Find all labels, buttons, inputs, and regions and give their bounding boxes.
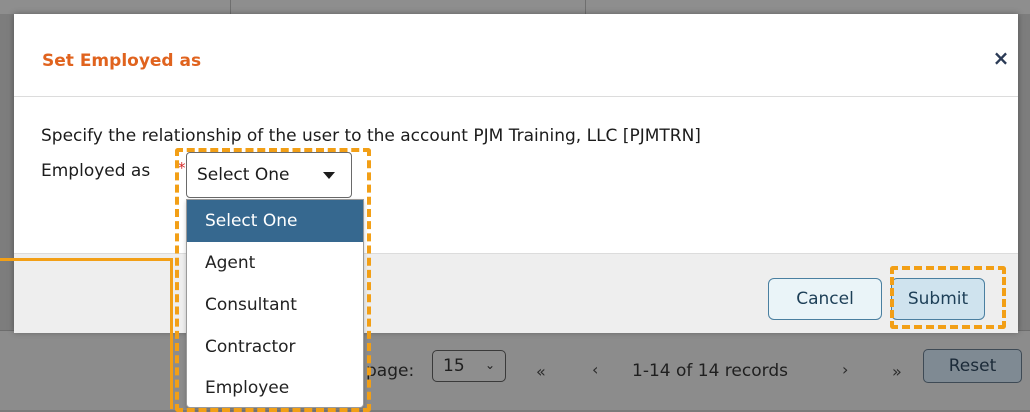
close-icon[interactable]: × <box>990 46 1012 70</box>
dialog-title: Set Employed as <box>42 51 202 71</box>
callout-line-horizontal <box>0 258 172 261</box>
background-right-column <box>1018 14 1030 330</box>
dialog-footer: Cancel Submit <box>14 253 1018 333</box>
set-employed-as-dialog: Set Employed as × Specify the relationsh… <box>14 14 1018 333</box>
cell-divider <box>230 0 231 14</box>
option-consultant[interactable]: Consultant <box>187 284 363 326</box>
dialog-description: Specify the relationship of the user to … <box>41 126 701 146</box>
caret-down-icon <box>323 172 335 179</box>
employed-as-select-value: Select One <box>197 165 290 185</box>
last-page-icon[interactable]: » <box>892 362 902 381</box>
records-count: 1-14 of 14 records <box>632 361 788 381</box>
reset-button[interactable]: Reset <box>923 349 1022 383</box>
per-page-label: page: <box>366 361 415 381</box>
background-table-row <box>0 0 1030 14</box>
chevron-down-icon: ⌄ <box>484 358 495 372</box>
first-page-icon[interactable]: « <box>536 362 546 381</box>
employed-as-select[interactable]: Select One <box>186 152 352 198</box>
callout-line-vertical <box>170 258 173 409</box>
dialog-body: Specify the relationship of the user to … <box>14 97 1018 253</box>
prev-page-icon[interactable]: ‹ <box>592 360 598 379</box>
option-agent[interactable]: Agent <box>187 242 363 284</box>
option-employee[interactable]: Employee <box>187 367 363 409</box>
dialog-header: Set Employed as × <box>14 14 1018 97</box>
option-select-one[interactable]: Select One <box>187 200 363 242</box>
cell-divider <box>585 0 586 14</box>
per-page-value: 15 <box>443 356 465 376</box>
required-marker: * <box>178 159 186 177</box>
pagination-bar: page: 15 ⌄ « ‹ 1-14 of 14 records › » Re… <box>0 330 1030 410</box>
background-left-column <box>0 14 14 330</box>
per-page-select[interactable]: 15 ⌄ <box>432 350 506 382</box>
option-contractor[interactable]: Contractor <box>187 326 363 368</box>
employed-as-options: Select One Agent Consultant Contractor E… <box>186 199 364 408</box>
submit-button[interactable]: Submit <box>891 278 985 320</box>
next-page-icon[interactable]: › <box>842 360 848 379</box>
employed-as-label: Employed as <box>41 161 151 181</box>
cancel-button[interactable]: Cancel <box>768 278 882 320</box>
